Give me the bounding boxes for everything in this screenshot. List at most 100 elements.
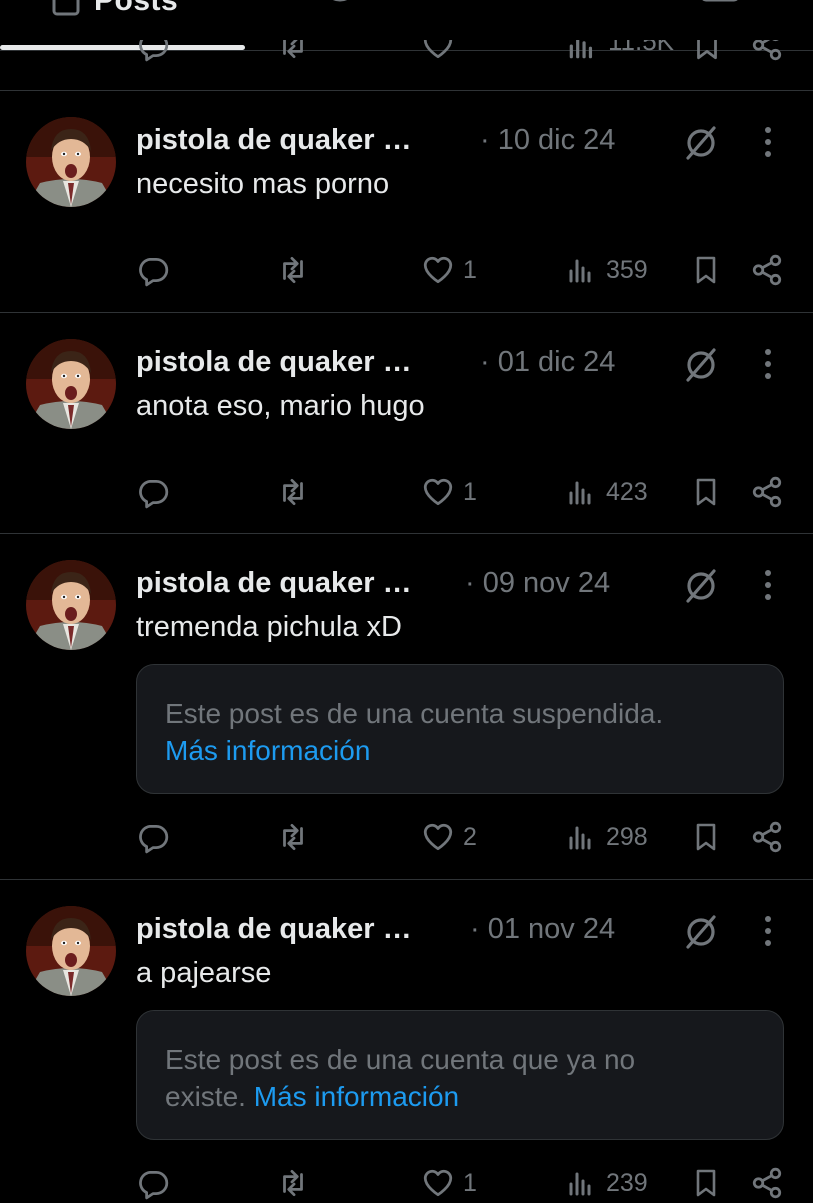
share-button[interactable]	[750, 472, 784, 512]
more-icon[interactable]	[756, 122, 780, 162]
share-button[interactable]	[750, 250, 784, 290]
tab-highlights[interactable]	[514, 0, 550, 16]
repost-icon[interactable]	[276, 40, 310, 62]
bookmark-button[interactable]	[690, 1163, 722, 1203]
heart-icon	[421, 475, 455, 509]
more-icon[interactable]	[756, 565, 780, 605]
share-icon	[750, 475, 784, 509]
bookmark-icon[interactable]	[690, 40, 724, 62]
view-count: 423	[606, 477, 648, 506]
post-item[interactable]: pistola de quaker … · 10 dic 24 necesito…	[0, 91, 813, 311]
heart-icon	[421, 1166, 455, 1200]
post-text: necesito mas porno	[136, 168, 390, 200]
heart-icon[interactable]	[421, 40, 455, 62]
repost-icon	[276, 820, 310, 854]
post-date[interactable]: · 09 nov 24	[465, 567, 610, 600]
post-date[interactable]: · 10 dic 24	[480, 124, 615, 157]
tab-posts-label: Posts	[94, 0, 179, 17]
avatar[interactable]	[26, 339, 116, 429]
views-icon	[566, 476, 598, 508]
avatar-image	[26, 339, 116, 429]
avatar[interactable]	[26, 117, 116, 207]
repost-button[interactable]	[276, 472, 310, 512]
reply-icon	[136, 1166, 170, 1200]
tab-replies[interactable]	[322, 0, 358, 16]
like-count: 1	[463, 1168, 477, 1197]
avatar-image	[26, 117, 116, 207]
like-count: 1	[463, 255, 477, 284]
like-button[interactable]: 1	[421, 250, 477, 290]
bookmark-icon	[690, 1166, 722, 1200]
views-icon	[566, 1167, 598, 1199]
view-count: 298	[606, 822, 648, 851]
share-button[interactable]	[750, 1163, 784, 1203]
post-actions: 1 423	[0, 472, 813, 512]
repost-icon	[276, 475, 310, 509]
avatar-image	[26, 906, 116, 996]
grok-icon[interactable]	[682, 346, 720, 384]
bookmark-button[interactable]	[690, 472, 722, 512]
views-button[interactable]: 359	[566, 250, 648, 290]
previous-post-actions: 11.5K	[0, 40, 813, 64]
notice-text: Este post es de una cuenta suspendida.	[165, 698, 664, 729]
author-name[interactable]: pistola de quaker …	[136, 346, 412, 379]
views-button[interactable]: 239	[566, 1163, 648, 1203]
media-tab-icon	[702, 0, 738, 2]
more-info-link[interactable]: Más información	[254, 1081, 459, 1112]
like-count: 2	[463, 822, 477, 851]
posts-tab-icon	[52, 0, 80, 16]
repost-button[interactable]	[276, 250, 310, 290]
reply-button[interactable]	[136, 472, 170, 512]
post-text: anota eso, mario hugo	[136, 390, 425, 422]
author-name[interactable]: pistola de quaker …	[136, 567, 412, 600]
reply-button[interactable]	[136, 1163, 170, 1203]
like-button[interactable]: 2	[421, 817, 477, 857]
post-item[interactable]: pistola de quaker … · 01 dic 24 anota es…	[0, 313, 813, 533]
post-item[interactable]: pistola de quaker … · 01 nov 24 a pajear…	[0, 880, 813, 1200]
tab-posts[interactable]: Posts	[52, 0, 179, 17]
reply-icon	[136, 820, 170, 854]
reply-icon[interactable]	[136, 40, 170, 62]
repost-icon	[276, 1166, 310, 1200]
views-icon	[566, 821, 598, 853]
avatar-image	[26, 560, 116, 650]
views-button[interactable]: 423	[566, 472, 648, 512]
author-name[interactable]: pistola de quaker …	[136, 124, 412, 157]
share-button[interactable]	[750, 817, 784, 857]
repost-icon	[276, 253, 310, 287]
like-button[interactable]: 1	[421, 1163, 477, 1203]
share-icon	[750, 253, 784, 287]
reply-tab-icon	[333, 0, 347, 2]
bookmark-button[interactable]	[690, 250, 722, 290]
views-icon[interactable]	[566, 40, 600, 62]
tab-media[interactable]	[700, 0, 740, 16]
more-info-link[interactable]: Más información	[165, 735, 370, 766]
post-date[interactable]: · 01 dic 24	[480, 346, 615, 379]
post-actions: 2 298	[0, 817, 813, 857]
share-icon[interactable]	[750, 40, 784, 62]
quoted-post-unavailable-notice: Este post es de una cuenta que ya no exi…	[136, 1010, 784, 1140]
grok-icon[interactable]	[682, 567, 720, 605]
bookmark-button[interactable]	[690, 817, 722, 857]
post-item[interactable]: pistola de quaker … · 09 nov 24 tremenda…	[0, 534, 813, 879]
bookmark-icon	[690, 820, 722, 854]
post-actions: 1 239	[0, 1163, 813, 1203]
reply-icon	[136, 475, 170, 509]
grok-icon[interactable]	[682, 913, 720, 951]
avatar[interactable]	[26, 560, 116, 650]
reply-button[interactable]	[136, 817, 170, 857]
more-icon[interactable]	[756, 911, 780, 951]
views-button[interactable]: 298	[566, 817, 648, 857]
repost-button[interactable]	[276, 1163, 310, 1203]
post-date[interactable]: · 01 nov 24	[470, 913, 615, 946]
notice-text-line2: existe.	[165, 1081, 246, 1112]
more-icon[interactable]	[756, 344, 780, 384]
like-button[interactable]: 1	[421, 472, 477, 512]
reply-button[interactable]	[136, 250, 170, 290]
avatar[interactable]	[26, 906, 116, 996]
notice-text-line1: Este post es de una cuenta que ya no	[165, 1044, 636, 1075]
post-actions: 1 359	[0, 250, 813, 290]
author-name[interactable]: pistola de quaker …	[136, 913, 412, 946]
grok-icon[interactable]	[682, 124, 720, 162]
repost-button[interactable]	[276, 817, 310, 857]
